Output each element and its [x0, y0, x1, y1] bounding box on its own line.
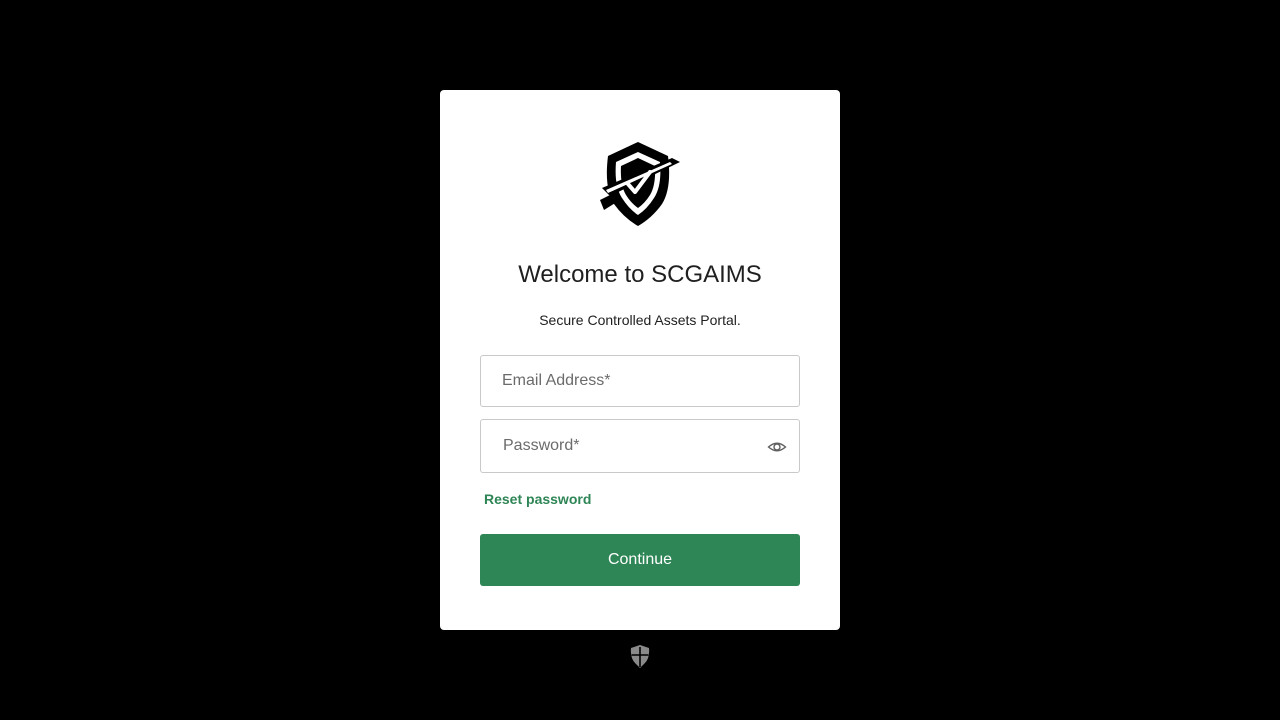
shield-logo-icon	[600, 142, 680, 226]
password-input[interactable]	[481, 420, 799, 472]
page-subtitle: Secure Controlled Assets Portal.	[539, 312, 741, 328]
email-field[interactable]	[480, 355, 800, 407]
show-password-button[interactable]	[767, 437, 787, 457]
eye-icon	[767, 442, 787, 452]
shield-footer-icon	[630, 645, 650, 668]
page-title: Welcome to SCGAIMS	[518, 261, 762, 288]
continue-button[interactable]: Continue	[480, 534, 800, 586]
reset-password-link[interactable]: Reset password	[484, 491, 591, 507]
password-field[interactable]	[480, 419, 800, 473]
email-input[interactable]	[481, 356, 799, 406]
login-card: Welcome to SCGAIMS Secure Controlled Ass…	[440, 90, 840, 630]
